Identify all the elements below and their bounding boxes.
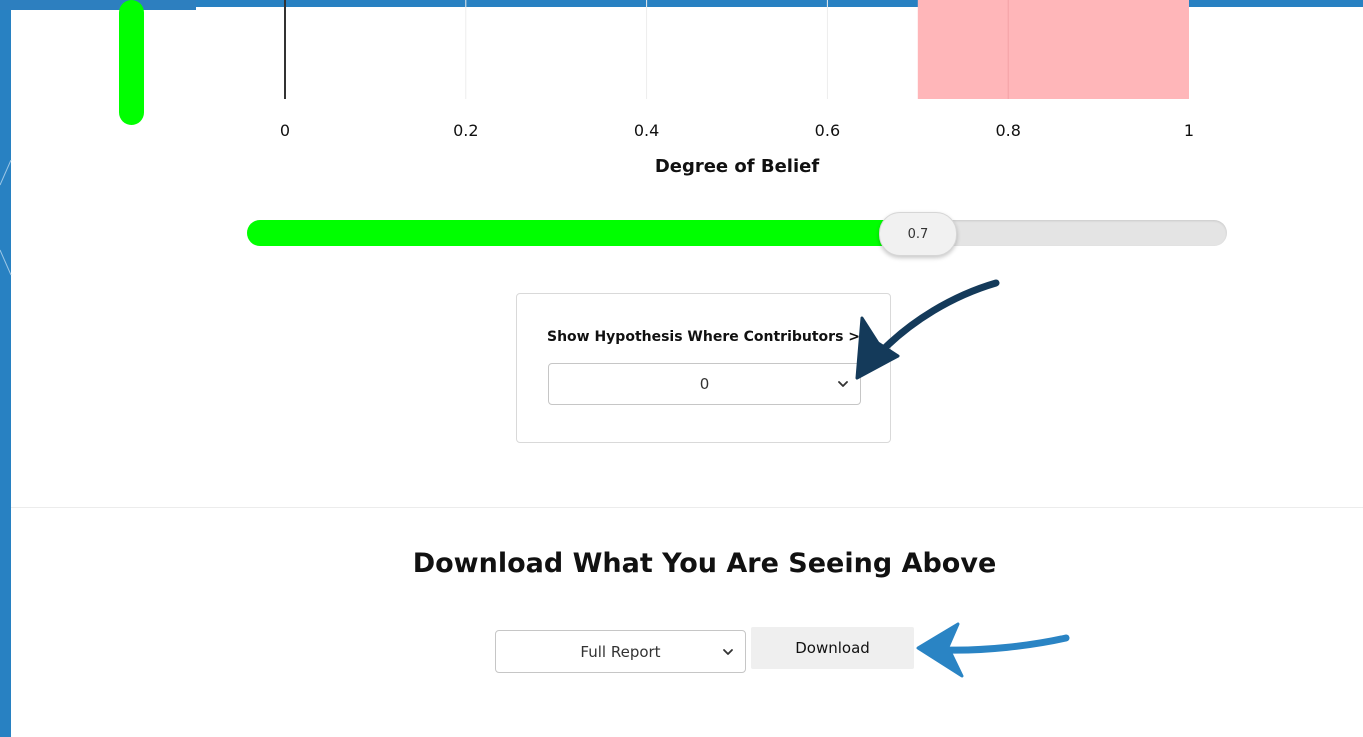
x-tick-label-3: 0.6 — [815, 121, 840, 140]
chart-gridlines — [284, 0, 1009, 99]
download-button[interactable]: Download — [751, 627, 914, 669]
x-tick-label-4: 0.8 — [995, 121, 1020, 140]
chart-bars — [917, 0, 1189, 99]
slider-fill — [247, 220, 909, 246]
x-tick-label-2: 0.4 — [634, 121, 659, 140]
slider-thumb[interactable]: 0.7 — [879, 212, 957, 256]
report-type-select[interactable]: Full Report — [495, 630, 746, 673]
x-tick-label-1: 0.2 — [453, 121, 478, 140]
chart-bar-0 — [917, 0, 1189, 99]
x-tick-label-0: 0 — [280, 121, 290, 140]
report-type-select-value: Full Report — [580, 642, 661, 661]
chevron-down-icon — [723, 648, 733, 655]
x-tick-label-5: 1 — [1184, 121, 1194, 140]
filter-label: Show Hypothesis Where Contributors > — [546, 329, 861, 345]
x-axis-title: Degree of Belief — [655, 156, 820, 177]
slider-value: 0.7 — [907, 226, 929, 242]
chevron-down-icon — [838, 381, 848, 387]
hypothesis-filter-card: Show Hypothesis Where Contributors > 0 — [516, 293, 891, 443]
page: 0 0.2 0.4 0.6 0.8 1 Degree of Belief 0.7 Show… — [0, 0, 1363, 737]
degree-of-belief-slider[interactable]: 0.7 — [247, 212, 1227, 256]
download-heading: Download What You Are Seeing Above — [412, 548, 997, 579]
contributors-select[interactable]: 0 — [548, 363, 861, 405]
arrow-pointer-icon — [916, 622, 1070, 678]
contributors-select-value: 0 — [699, 375, 710, 393]
chart-tick-labels: 0 0.2 0.4 0.6 0.8 1 — [280, 121, 1194, 140]
side-indicator-bar — [119, 0, 144, 125]
belief-chart: 0 0.2 0.4 0.6 0.8 1 Degree of Belief — [119, 0, 1194, 177]
section-divider — [11, 507, 1363, 508]
